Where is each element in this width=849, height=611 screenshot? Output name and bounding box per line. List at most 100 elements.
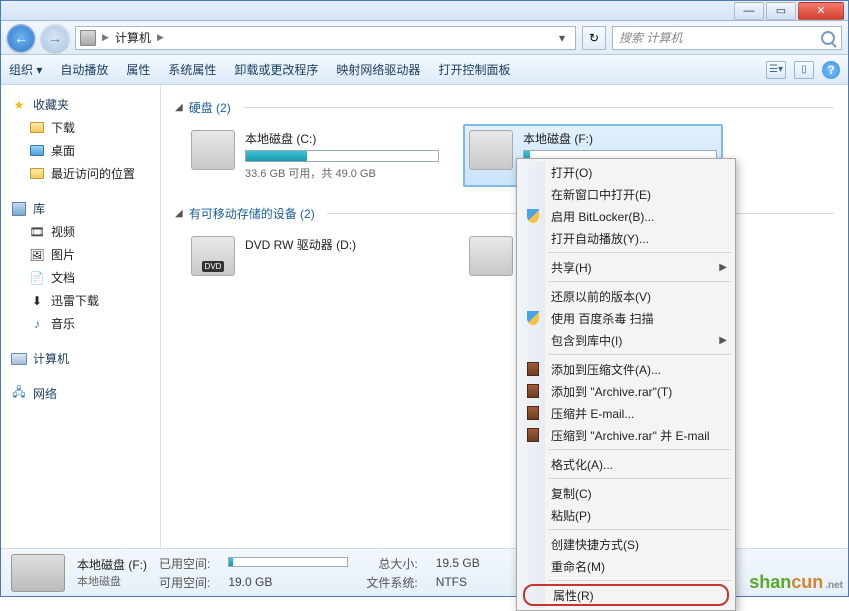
sidebar-network[interactable]: 🖧网络	[5, 382, 156, 405]
context-menu-item[interactable]: 还原以前的版本(V)	[519, 285, 733, 307]
sidebar-libraries[interactable]: 库	[5, 197, 156, 220]
drive-label: DVD RW 驱动器 (D:)	[245, 236, 439, 253]
properties-button[interactable]: 属性	[126, 61, 150, 78]
folder-icon	[29, 166, 45, 182]
context-menu-item[interactable]: 共享(H)▶	[519, 256, 733, 278]
control-panel-button[interactable]: 打开控制面板	[438, 61, 510, 78]
sidebar-item-thunder[interactable]: ⬇迅雷下载	[5, 289, 156, 312]
context-menu-item[interactable]: 启用 BitLocker(B)...	[519, 205, 733, 227]
context-menu-item[interactable]: 添加到压缩文件(A)...	[519, 358, 733, 380]
menu-separator	[549, 580, 731, 581]
organize-menu[interactable]: 组织 ▾	[9, 61, 42, 78]
uninstall-button[interactable]: 卸载或更改程序	[234, 61, 318, 78]
context-menu-item[interactable]: 打开自动播放(Y)...	[519, 227, 733, 249]
drive-label: 本地磁盘 (F:)	[523, 130, 717, 147]
group-header-hdd[interactable]: ◢硬盘 (2)	[175, 99, 834, 116]
menu-item-label: 复制(C)	[551, 485, 592, 502]
context-menu-item[interactable]: 添加到 "Archive.rar"(T)	[519, 380, 733, 402]
menu-item-label: 添加到 "Archive.rar"(T)	[551, 383, 672, 400]
sidebar-item-videos[interactable]: 🎞视频	[5, 220, 156, 243]
menu-item-label: 粘贴(P)	[551, 507, 591, 524]
drive-c[interactable]: 本地磁盘 (C:) 33.6 GB 可用，共 49.0 GB	[185, 124, 445, 187]
sidebar-item-downloads[interactable]: 下载	[5, 116, 156, 139]
context-menu-item[interactable]: 粘贴(P)	[519, 504, 733, 526]
back-button[interactable]: ←	[7, 24, 35, 52]
rar-icon	[525, 383, 541, 399]
autoplay-button[interactable]: 自动播放	[60, 61, 108, 78]
drive-icon	[11, 554, 65, 592]
filesystem-label: 文件系统:	[366, 574, 417, 591]
menu-item-label: 属性(R)	[553, 587, 594, 604]
context-menu-item[interactable]: 打开(O)	[519, 161, 733, 183]
content-pane: ◢硬盘 (2) 本地磁盘 (C:) 33.6 GB 可用，共 49.0 GB 本…	[161, 85, 848, 548]
help-button[interactable]: ?	[822, 61, 840, 79]
drive-icon	[191, 130, 235, 170]
address-dropdown[interactable]: ▾	[553, 31, 571, 45]
breadcrumb-item[interactable]: 计算机	[115, 29, 151, 46]
menu-item-label: 包含到库中(I)	[551, 332, 622, 349]
close-button[interactable]: ✕	[798, 2, 844, 20]
sidebar-computer[interactable]: 计算机	[5, 347, 156, 370]
menu-separator	[549, 252, 731, 253]
context-menu-item[interactable]: 压缩到 "Archive.rar" 并 E-mail	[519, 424, 733, 446]
context-menu-item[interactable]: 属性(R)	[523, 584, 729, 606]
system-properties-button[interactable]: 系统属性	[168, 61, 216, 78]
refresh-button[interactable]: ↻	[582, 26, 606, 50]
free-space-label: 可用空间:	[159, 574, 210, 591]
forward-button[interactable]: →	[41, 24, 69, 52]
star-icon: ★	[11, 97, 27, 113]
maximize-button[interactable]: ▭	[766, 2, 796, 20]
chevron-right-icon[interactable]: ▶	[157, 32, 164, 43]
used-space-bar	[228, 557, 348, 567]
menu-item-label: 在新窗口中打开(E)	[551, 186, 651, 203]
menu-separator	[549, 478, 731, 479]
desktop-icon	[29, 143, 45, 159]
total-size-label: 总大小:	[366, 555, 417, 572]
library-icon	[11, 201, 27, 217]
menu-item-label: 压缩到 "Archive.rar" 并 E-mail	[551, 427, 710, 444]
context-menu-item[interactable]: 创建快捷方式(S)	[519, 533, 733, 555]
network-icon: 🖧	[11, 386, 27, 402]
drive-dvd[interactable]: DVD RW 驱动器 (D:)	[185, 230, 445, 289]
sidebar-item-documents[interactable]: 📄文档	[5, 266, 156, 289]
menu-separator	[549, 354, 731, 355]
drive-icon	[469, 130, 513, 170]
context-menu-item[interactable]: 包含到库中(I) ▶	[519, 329, 733, 351]
submenu-arrow-icon: ▶	[719, 335, 727, 346]
context-menu-item[interactable]: 复制(C)	[519, 482, 733, 504]
search-input[interactable]: 搜索 计算机	[612, 26, 842, 50]
selected-name: 本地磁盘 (F:)	[77, 556, 147, 573]
address-bar[interactable]: ▶ 计算机 ▶ ▾	[75, 26, 576, 50]
menu-item-label: 压缩并 E-mail...	[551, 405, 634, 422]
menu-item-label: 打开(O)	[551, 164, 592, 181]
drive-stats: 33.6 GB 可用，共 49.0 GB	[245, 165, 439, 181]
view-options-button[interactable]: ☰▾	[766, 61, 786, 79]
title-bar: — ▭ ✕	[1, 1, 848, 21]
rar-icon	[525, 405, 541, 421]
navigation-pane: ★收藏夹 下载 桌面 最近访问的位置 库 🎞视频 🖼图片 📄文档 ⬇迅雷下载 ♪…	[1, 85, 161, 548]
context-menu-item[interactable]: 格式化(A)...	[519, 453, 733, 475]
context-menu-item[interactable]: 重命名(M)	[519, 555, 733, 577]
context-menu-item[interactable]: 压缩并 E-mail...	[519, 402, 733, 424]
menu-separator	[549, 281, 731, 282]
shield-icon	[525, 310, 541, 326]
menu-item-label: 启用 BitLocker(B)...	[551, 208, 654, 225]
minimize-button[interactable]: —	[734, 2, 764, 20]
preview-pane-button[interactable]: ▯	[794, 61, 814, 79]
sidebar-item-music[interactable]: ♪音乐	[5, 312, 156, 335]
space-bar	[245, 150, 439, 162]
sidebar-item-pictures[interactable]: 🖼图片	[5, 243, 156, 266]
document-icon: 📄	[29, 270, 45, 286]
sidebar-item-recent[interactable]: 最近访问的位置	[5, 162, 156, 185]
music-icon: ♪	[29, 316, 45, 332]
folder-icon	[29, 120, 45, 136]
sidebar-item-desktop[interactable]: 桌面	[5, 139, 156, 162]
context-menu-item[interactable]: 使用 百度杀毒 扫描	[519, 307, 733, 329]
used-space-label: 已用空间:	[159, 555, 210, 572]
sidebar-favorites[interactable]: ★收藏夹	[5, 93, 156, 116]
picture-icon: 🖼	[29, 247, 45, 263]
search-placeholder: 搜索 计算机	[619, 29, 682, 46]
map-network-drive-button[interactable]: 映射网络驱动器	[336, 61, 420, 78]
drive-label: 本地磁盘 (C:)	[245, 130, 439, 147]
context-menu-item[interactable]: 在新窗口中打开(E)	[519, 183, 733, 205]
